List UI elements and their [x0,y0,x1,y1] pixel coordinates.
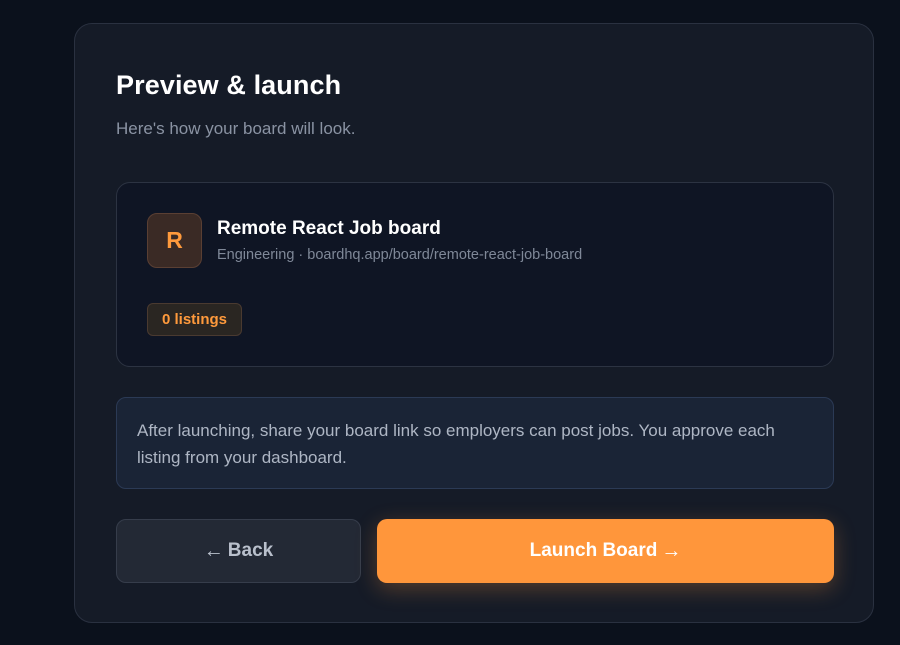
page-subtitle: Here's how your board will look. [116,119,356,138]
back-button-label: Back [227,540,274,561]
page-title: Preview & launch [116,70,342,100]
back-button[interactable]: ← Back [116,519,361,583]
listings-badge: 0 listings [147,303,243,336]
info-text: After launching, share your board link s… [137,421,775,467]
launch-board-button[interactable]: Launch Board → [377,519,834,583]
arrow-left-icon: ← [203,539,224,562]
info-box: After launching, share your board link s… [116,397,834,489]
board-meta: Engineering · boardhq.app/board/remote-r… [217,247,583,263]
board-preview-card: R Remote React Job board Engineering · b… [116,182,834,367]
launch-button-label: Launch Board [529,540,658,561]
board-name: Remote React Job board [217,218,441,239]
board-avatar: R [147,213,202,268]
launch-card: Preview & launch Here's how your board w… [74,23,874,623]
arrow-right-icon: → [661,539,682,562]
